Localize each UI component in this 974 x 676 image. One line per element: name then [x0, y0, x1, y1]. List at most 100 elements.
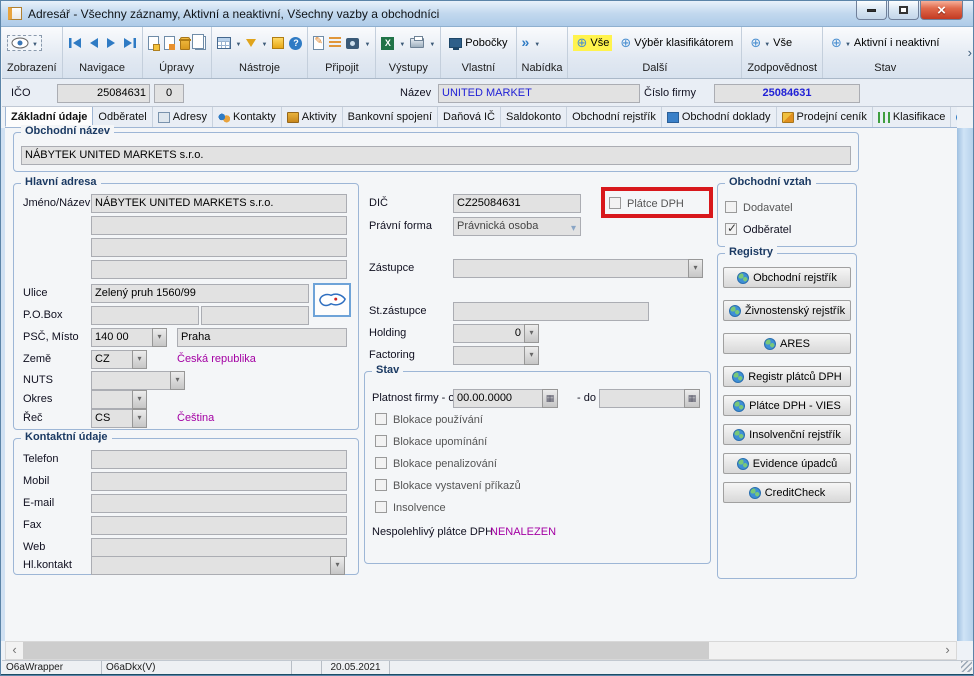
st-zastupce-field[interactable] — [453, 302, 649, 321]
tab-obchodni-doklady[interactable]: Obchodní doklady — [662, 107, 777, 127]
chevron-down-icon[interactable] — [429, 37, 435, 49]
calendar-button-2[interactable] — [684, 389, 700, 408]
copy-record-icon[interactable] — [195, 36, 206, 50]
platnost-do-field[interactable] — [599, 389, 685, 408]
platnost-od-field[interactable]: 00.00.0000 — [453, 389, 543, 408]
menu-arrows-icon[interactable] — [522, 36, 530, 50]
cislo-firmy-field[interactable]: 25084631 — [714, 84, 860, 103]
odberatel-checkbox[interactable] — [725, 223, 737, 235]
tab-saldokonto[interactable]: Saldokonto — [501, 107, 567, 127]
new-record-icon[interactable] — [148, 36, 159, 50]
hlkontakt-lookup-button[interactable] — [330, 556, 345, 575]
tab-historie-zmen[interactable]: Historie změn — [951, 107, 957, 127]
minimize-button[interactable] — [856, 1, 887, 20]
email-field[interactable] — [91, 494, 347, 513]
ico-field[interactable]: 25084631 — [57, 84, 150, 103]
hlkontakt-field[interactable] — [91, 556, 331, 575]
jmeno-field-2[interactable] — [91, 216, 347, 235]
pobocky-button[interactable]: Pobočky — [446, 36, 510, 50]
ulice-field[interactable]: Zelený pruh 1560/99 — [91, 284, 309, 303]
evidence-upadcu-button[interactable]: Evidence úpadců — [723, 453, 851, 474]
last-record-icon[interactable] — [122, 37, 137, 49]
close-button[interactable] — [920, 1, 963, 20]
zeme-field[interactable]: CZ — [91, 350, 133, 369]
psc-field[interactable]: 140 00 — [91, 328, 153, 347]
psc-lookup-button[interactable] — [152, 328, 167, 347]
blokace-pouzivani-checkbox[interactable] — [375, 413, 387, 425]
insolvence-checkbox[interactable] — [375, 501, 387, 513]
zeme-lookup-button[interactable] — [132, 350, 147, 369]
toolbar-overflow-button[interactable] — [947, 27, 974, 78]
scrollbar-thumb[interactable] — [23, 642, 709, 659]
registr-platcu-dph-button[interactable]: Registr plátců DPH — [723, 366, 851, 387]
nazev-field[interactable]: UNITED MARKET — [438, 84, 640, 103]
pobox-field[interactable] — [91, 306, 199, 325]
misto-field[interactable]: Praha — [177, 328, 347, 347]
chevron-down-icon[interactable] — [399, 37, 405, 49]
dodavatel-checkbox[interactable] — [725, 201, 737, 213]
list-icon[interactable] — [329, 37, 341, 49]
tools-icon[interactable] — [272, 37, 284, 49]
zivnostensky-rejstrik-button[interactable]: Živnostenský rejstřík — [723, 300, 851, 321]
chevron-down-icon[interactable] — [534, 37, 540, 49]
factoring-lookup-button[interactable] — [524, 346, 539, 365]
ares-button[interactable]: ARES — [723, 333, 851, 354]
jmeno-field-4[interactable] — [91, 260, 347, 279]
nuts-lookup-button[interactable] — [170, 371, 185, 390]
vyber-klasifikatorem-button[interactable]: Výběr klasifikátorem — [617, 35, 736, 51]
rec-field[interactable]: CS — [91, 409, 133, 428]
obchodni-nazev-field[interactable]: NÁBYTEK UNITED MARKETS s.r.o. — [21, 146, 851, 165]
dic-field[interactable]: CZ25084631 — [453, 194, 581, 213]
note-icon[interactable] — [313, 36, 324, 50]
chevron-down-icon[interactable] — [261, 37, 267, 49]
holding-field[interactable]: 0 — [453, 324, 525, 343]
blokace-penalizovani-checkbox[interactable] — [375, 457, 387, 469]
blokace-upominani-checkbox[interactable] — [375, 435, 387, 447]
okres-lookup-button[interactable] — [132, 390, 147, 409]
help-icon[interactable] — [289, 37, 302, 50]
maximize-button[interactable] — [888, 1, 919, 20]
nuts-field[interactable] — [91, 371, 171, 390]
previous-record-icon[interactable] — [88, 37, 100, 49]
okres-field[interactable] — [91, 390, 133, 409]
tab-obchodni-rejstrik[interactable]: Obchodní rejstřík — [567, 107, 662, 127]
obchodni-rejstrik-button[interactable]: Obchodní rejstřík — [723, 267, 851, 288]
horizontal-scrollbar[interactable] — [5, 641, 957, 660]
first-record-icon[interactable] — [68, 37, 83, 49]
blokace-vystaveni-prikazu-checkbox[interactable] — [375, 479, 387, 491]
holding-lookup-button[interactable] — [524, 324, 539, 343]
factoring-field[interactable] — [453, 346, 525, 365]
zastupce-field[interactable] — [453, 259, 689, 278]
tab-odberatel[interactable]: Odběratel — [93, 107, 152, 127]
tab-zakladni-udaje[interactable]: Základní údaje — [5, 107, 93, 127]
web-field[interactable] — [91, 538, 347, 557]
tab-danova-ic[interactable]: Daňová IČ — [438, 107, 501, 127]
telefon-field[interactable] — [91, 450, 347, 469]
tab-adresy[interactable]: Adresy — [153, 107, 213, 127]
creditcheck-button[interactable]: CreditCheck — [723, 482, 851, 503]
filter-icon[interactable] — [246, 39, 256, 47]
calendar-button[interactable] — [542, 389, 558, 408]
jmeno-field-3[interactable] — [91, 238, 347, 257]
next-record-icon[interactable] — [105, 37, 117, 49]
chevron-down-icon[interactable] — [364, 37, 370, 49]
jmeno-field[interactable]: NÁBYTEK UNITED MARKETS s.r.o. — [91, 194, 347, 213]
tab-bankovni-spojeni[interactable]: Bankovní spojení — [343, 107, 438, 127]
scroll-right-button[interactable] — [939, 642, 956, 659]
fax-field[interactable] — [91, 516, 347, 535]
tab-kontakty[interactable]: Kontakty — [213, 107, 282, 127]
stav-filter-button[interactable]: Aktivní i neaktivní — [828, 35, 942, 51]
zastupce-lookup-button[interactable] — [688, 259, 703, 278]
tab-aktivity[interactable]: Aktivity — [282, 107, 343, 127]
pobox-field-2[interactable] — [201, 306, 309, 325]
delete-record-icon[interactable] — [180, 37, 190, 50]
insolvencni-rejstrik-button[interactable]: Insolvenční rejstřík — [723, 424, 851, 445]
tab-prodejni-cenik[interactable]: Prodejní ceník — [777, 107, 873, 127]
vse-button[interactable]: Vše — [573, 35, 612, 51]
pravni-forma-select[interactable]: Právnická osoba — [453, 217, 581, 236]
attachment-icon[interactable] — [346, 38, 359, 49]
scroll-left-button[interactable] — [6, 642, 23, 659]
excel-export-icon[interactable] — [381, 37, 394, 50]
ico-sub-field[interactable]: 0 — [154, 84, 184, 103]
resize-grip[interactable] — [961, 661, 972, 672]
